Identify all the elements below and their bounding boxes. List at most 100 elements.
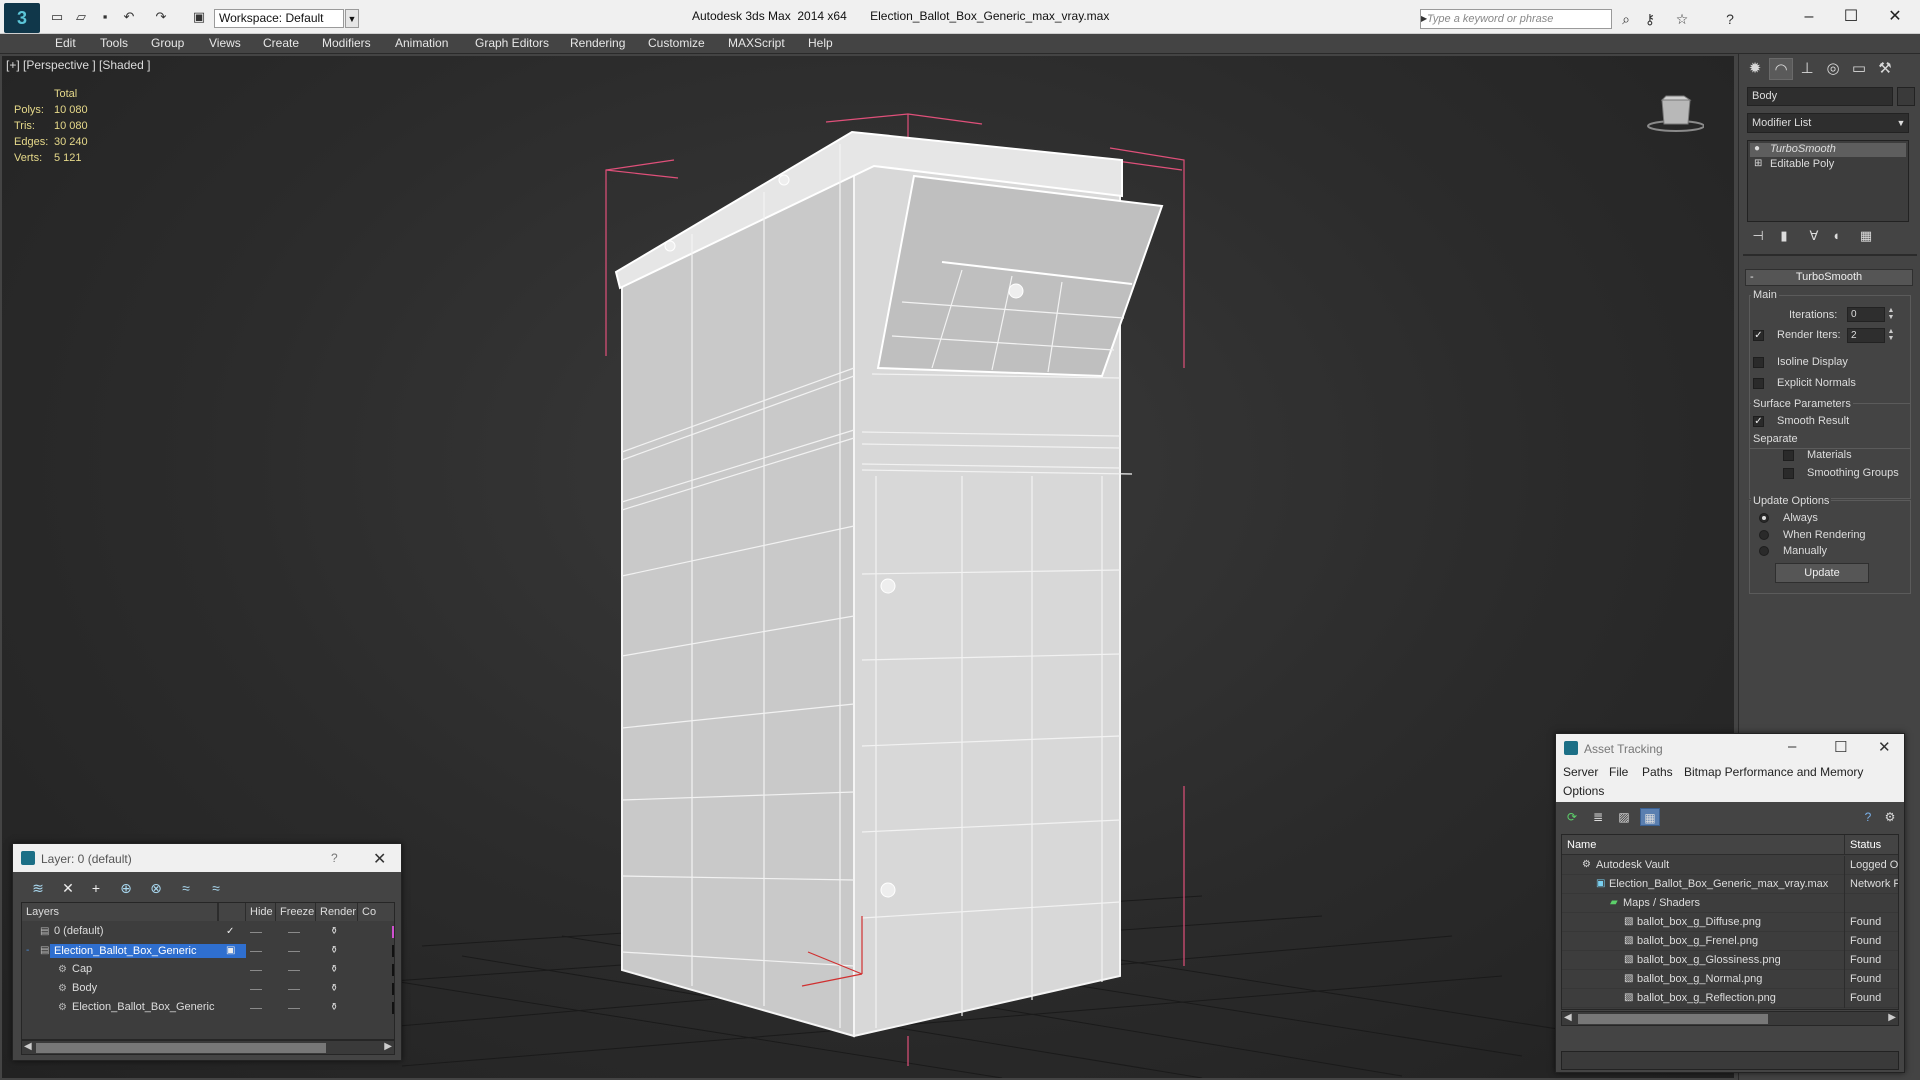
- hide-toggle[interactable]: [250, 989, 262, 990]
- project-folder-icon[interactable]: ▣: [190, 9, 208, 25]
- render-iters-spinner[interactable]: 2: [1847, 328, 1885, 343]
- redo-icon[interactable]: ↷: [152, 9, 170, 25]
- asset-dialog-titlebar[interactable]: Asset Tracking – ☐ ✕: [1556, 734, 1904, 762]
- menu-paths[interactable]: Paths: [1642, 765, 1673, 779]
- manually-radio[interactable]: [1759, 546, 1769, 556]
- stack-item-turbosmooth[interactable]: ● TurboSmooth: [1750, 143, 1906, 157]
- table-row[interactable]: ▧ ballot_box_g_Frenel.png Found: [1562, 932, 1898, 951]
- list-view-icon[interactable]: ≣: [1588, 808, 1608, 826]
- minimize-button[interactable]: –: [1788, 738, 1796, 755]
- close-icon[interactable]: ✕: [373, 849, 386, 869]
- freeze-all-layers-icon[interactable]: ≈: [205, 878, 227, 898]
- table-row[interactable]: ⚙ Body ⚱: [22, 980, 394, 999]
- display-tab-icon[interactable]: ▭: [1847, 58, 1871, 80]
- horizontal-scrollbar[interactable]: ◀ ▶: [1561, 1011, 1899, 1026]
- close-button[interactable]: ✕: [1872, 6, 1918, 28]
- table-view-icon[interactable]: ▦: [1640, 808, 1660, 826]
- menu-server[interactable]: Server: [1563, 765, 1598, 779]
- scrollbar-thumb[interactable]: [1578, 1014, 1768, 1024]
- layer-color-swatch[interactable]: [392, 945, 394, 957]
- undo-icon[interactable]: ↶: [120, 9, 138, 25]
- close-button[interactable]: ✕: [1878, 738, 1891, 756]
- isoline-display-checkbox[interactable]: [1753, 357, 1764, 368]
- render-teapot-icon[interactable]: ⚱: [330, 983, 338, 994]
- table-row[interactable]: ▰ Maps / Shaders: [1562, 894, 1898, 913]
- object-color-swatch[interactable]: [392, 983, 394, 995]
- column-header-name[interactable]: Name: [1562, 835, 1845, 855]
- maximize-button[interactable]: ☐: [1828, 6, 1874, 28]
- chevron-down-icon[interactable]: ▼: [1894, 114, 1908, 132]
- table-row[interactable]: ▧ ballot_box_g_Diffuse.png Found: [1562, 913, 1898, 932]
- object-color-swatch[interactable]: [392, 964, 394, 976]
- save-icon[interactable]: ▪: [96, 9, 114, 25]
- utilities-tab-icon[interactable]: ⚒: [1873, 58, 1897, 80]
- table-row[interactable]: ⚙ Cap ⚱: [22, 961, 394, 980]
- menu-animation[interactable]: Animation: [395, 36, 448, 50]
- menu-views[interactable]: Views: [209, 36, 241, 50]
- table-row[interactable]: - ▤ Election_Ballot_Box_Generic ▣ ⚱: [22, 942, 394, 961]
- hierarchy-tab-icon[interactable]: ⊥: [1795, 58, 1819, 80]
- column-header-freeze[interactable]: Freeze: [276, 903, 316, 921]
- create-tab-icon[interactable]: ✹: [1743, 58, 1767, 80]
- table-row[interactable]: ⚙ Election_Ballot_Box_Generic ⚱: [22, 999, 394, 1018]
- menu-file[interactable]: File: [1609, 765, 1628, 779]
- table-row[interactable]: ▣ Election_Ballot_Box_Generic_max_vray.m…: [1562, 875, 1898, 894]
- freeze-toggle[interactable]: [288, 970, 300, 971]
- maximize-button[interactable]: ☐: [1834, 738, 1847, 756]
- add-selection-icon[interactable]: ▣: [226, 945, 235, 956]
- horizontal-scrollbar[interactable]: ◀ ▶: [21, 1040, 395, 1055]
- menu-group[interactable]: Group: [151, 36, 184, 50]
- layer-color-swatch[interactable]: [392, 926, 394, 938]
- new-file-icon[interactable]: ▭: [48, 9, 66, 25]
- show-end-result-icon[interactable]: ▮: [1773, 228, 1795, 246]
- iterations-spinner[interactable]: 0: [1847, 307, 1885, 322]
- update-button[interactable]: Update: [1775, 563, 1869, 583]
- expand-plus-icon[interactable]: ⊞: [1754, 158, 1762, 169]
- freeze-toggle[interactable]: [288, 951, 300, 952]
- table-row[interactable]: ▧ ballot_box_g_Normal.png Found: [1562, 970, 1898, 989]
- pin-stack-icon[interactable]: ⊣: [1747, 228, 1769, 246]
- help-icon[interactable]: ?: [331, 851, 338, 865]
- render-iters-checkbox[interactable]: ✓: [1753, 330, 1764, 341]
- open-file-icon[interactable]: ▱: [72, 9, 90, 25]
- delete-layer-icon[interactable]: ✕: [57, 878, 79, 898]
- freeze-toggle[interactable]: [288, 932, 300, 933]
- scroll-right-icon[interactable]: ▶: [384, 1041, 392, 1052]
- table-row[interactable]: ⚙ Autodesk Vault Logged O: [1562, 856, 1898, 875]
- search-input[interactable]: Type a keyword or phrase: [1420, 9, 1612, 29]
- table-row[interactable]: ▧ ballot_box_g_Glossiness.png Found: [1562, 951, 1898, 970]
- freeze-toggle[interactable]: [288, 1008, 300, 1009]
- spinner-arrows-icon[interactable]: ▲ ▼: [1887, 307, 1895, 322]
- make-unique-icon[interactable]: ∀: [1803, 228, 1825, 246]
- render-teapot-icon[interactable]: ⚱: [330, 1002, 338, 1013]
- lightbulb-icon[interactable]: ●: [1754, 143, 1760, 154]
- scroll-right-icon[interactable]: ▶: [1888, 1012, 1896, 1023]
- thumbnail-view-icon[interactable]: ▨: [1614, 808, 1634, 826]
- scroll-left-icon[interactable]: ◀: [24, 1041, 32, 1052]
- minimize-button[interactable]: –: [1786, 6, 1832, 28]
- collapse-icon[interactable]: -: [26, 945, 29, 956]
- object-color-swatch[interactable]: [392, 1002, 394, 1014]
- column-header-hide[interactable]: Hide: [246, 903, 276, 921]
- menu-options[interactable]: Options: [1563, 784, 1604, 798]
- materials-checkbox[interactable]: [1783, 450, 1794, 461]
- binoculars-icon[interactable]: ⌕: [1616, 10, 1636, 28]
- star-icon[interactable]: ☆: [1672, 10, 1692, 28]
- configure-sets-icon[interactable]: ▦: [1855, 228, 1877, 246]
- freeze-toggle[interactable]: [288, 989, 300, 990]
- hide-toggle[interactable]: [250, 970, 262, 971]
- highlight-layer-icon[interactable]: ⊗: [145, 878, 167, 898]
- smooth-result-checkbox[interactable]: ✓: [1753, 416, 1764, 427]
- modify-tab-icon[interactable]: ◠: [1769, 58, 1793, 80]
- scroll-left-icon[interactable]: ◀: [1564, 1012, 1572, 1023]
- menu-customize[interactable]: Customize: [648, 36, 705, 50]
- column-header-color[interactable]: Co: [358, 903, 394, 921]
- chevron-right-icon[interactable]: ▶: [1421, 9, 1431, 29]
- hide-all-layers-icon[interactable]: ≈: [175, 878, 197, 898]
- menu-create[interactable]: Create: [263, 36, 299, 50]
- object-name-field[interactable]: Body: [1747, 87, 1893, 106]
- layer-dialog-titlebar[interactable]: Layer: 0 (default) ? ✕: [13, 844, 401, 872]
- render-teapot-icon[interactable]: ⚱: [330, 964, 338, 975]
- asset-path-field[interactable]: [1561, 1051, 1899, 1070]
- refresh-icon[interactable]: ⟳: [1562, 808, 1582, 826]
